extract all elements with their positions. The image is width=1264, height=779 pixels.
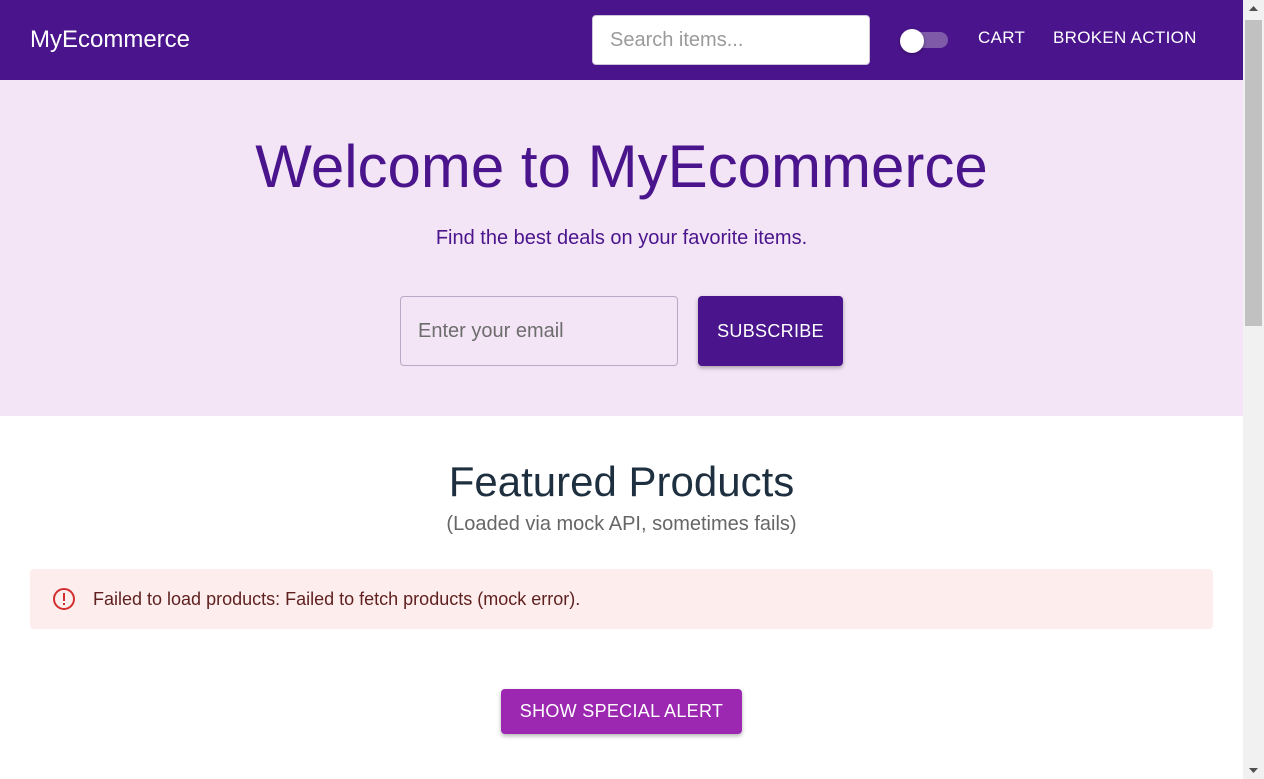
subscribe-button[interactable]: SUBSCRIBE	[698, 296, 843, 366]
scroll-down-arrow-icon[interactable]	[1243, 761, 1264, 779]
hero-section: Welcome to MyEcommerce Find the best dea…	[0, 80, 1243, 416]
error-message: Failed to load products: Failed to fetch…	[93, 589, 581, 609]
featured-title: Featured Products	[448, 458, 795, 505]
vertical-scrollbar[interactable]	[1243, 0, 1264, 779]
scrollbar-thumb[interactable]	[1245, 20, 1262, 326]
email-field-container[interactable]	[400, 296, 678, 366]
hero-title: Welcome to MyEcommerce	[255, 133, 988, 200]
error-alert: Failed to load products: Failed to fetch…	[30, 569, 1213, 629]
show-special-alert-button[interactable]: SHOW SPECIAL ALERT	[501, 689, 742, 734]
brand-title[interactable]: MyEcommerce	[30, 26, 190, 54]
error-outline-icon	[52, 587, 76, 611]
search-input[interactable]	[610, 28, 850, 52]
page: MyEcommerce CART BROKEN ACTION Welcome t…	[0, 0, 1243, 779]
featured-subtitle: (Loaded via mock API, sometimes fails)	[446, 513, 797, 535]
theme-toggle[interactable]	[900, 29, 948, 53]
toggle-thumb[interactable]	[900, 29, 924, 53]
cart-button[interactable]: CART	[978, 28, 1025, 48]
search-box[interactable]	[592, 15, 870, 65]
hero-subtitle: Find the best deals on your favorite ite…	[435, 227, 808, 249]
scroll-up-arrow-icon[interactable]	[1243, 0, 1264, 18]
app-bar: MyEcommerce CART BROKEN ACTION	[0, 0, 1243, 80]
email-field[interactable]	[418, 319, 658, 343]
broken-action-button[interactable]: BROKEN ACTION	[1053, 28, 1197, 48]
